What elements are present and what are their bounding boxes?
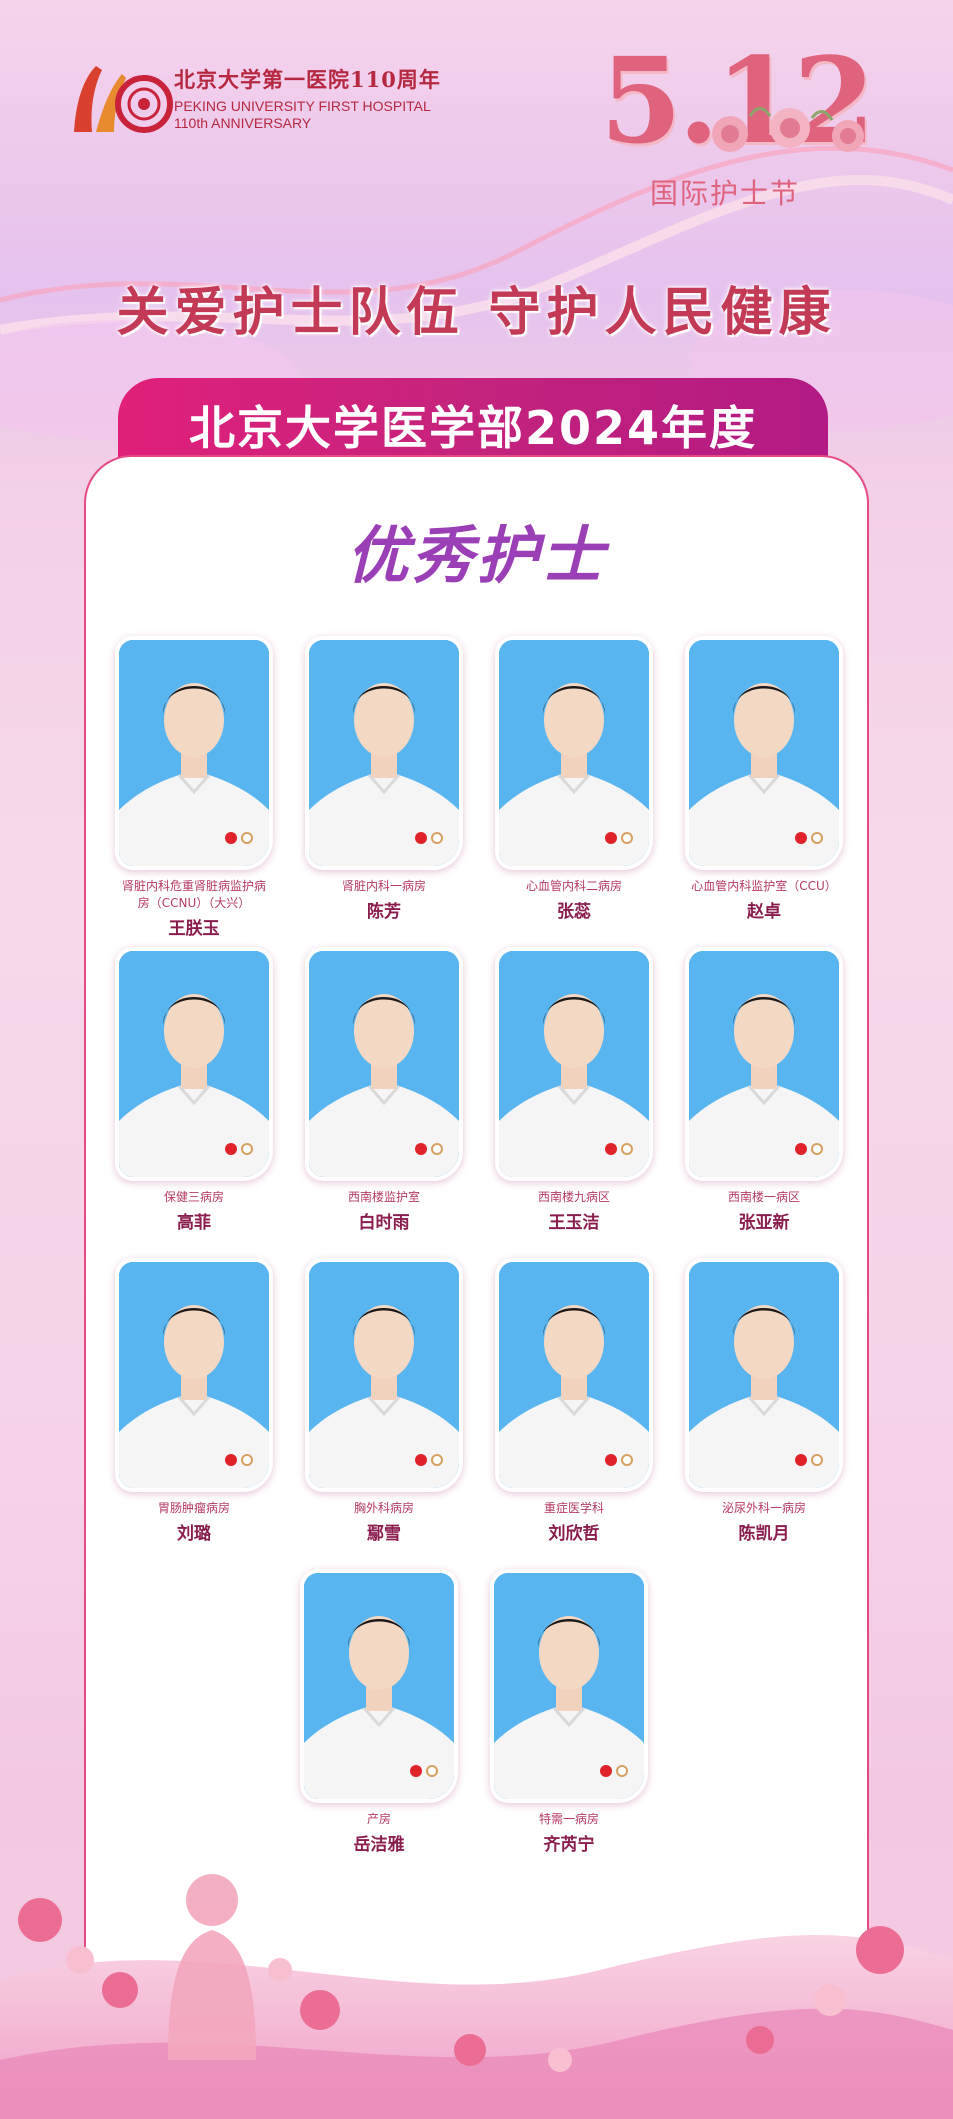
- nurse-photo: [309, 951, 459, 1177]
- nurse-card: 肾脏内科危重肾脏病监护病房（CCNU）（大兴） 王朕玉: [119, 640, 269, 939]
- rose-decoration: [712, 107, 864, 152]
- nurse-card: 心血管内科二病房 张蕊: [499, 640, 649, 922]
- nurse-department: 胃肠肿瘤病房: [157, 1501, 230, 1515]
- nurse-name: 鄢雪: [367, 1524, 401, 1544]
- nurse-name: 刘璐: [177, 1524, 211, 1544]
- nurse-photo: [494, 1573, 644, 1799]
- nurse-photo: [689, 640, 839, 866]
- nurse-card: 保健三病房 高菲: [119, 951, 269, 1233]
- nurse-photo: [499, 1262, 649, 1488]
- nurse-card: 西南楼九病区 王玉洁: [499, 951, 649, 1233]
- nurse-photo: [499, 951, 649, 1177]
- nurse-photo: [689, 1262, 839, 1488]
- nurse-department: 产房: [366, 1812, 391, 1826]
- nurse-department: 胸外科病房: [353, 1501, 414, 1515]
- nurse-name: 陈芳: [367, 902, 401, 922]
- nurse-department: 肾脏内科危重肾脏病监护病房（CCNU）（大兴）: [121, 879, 266, 910]
- nurse-card: 产房 岳洁雅: [304, 1573, 454, 1855]
- nurse-department: 重症医学科: [543, 1501, 604, 1515]
- nurse-department: 特需一病房: [538, 1812, 599, 1826]
- nurse-name: 高菲: [177, 1213, 211, 1233]
- nurse-name: 刘欣哲: [548, 1524, 600, 1544]
- flower-silhouette-decoration: [0, 1874, 953, 2119]
- nurse-photo: [689, 951, 839, 1177]
- nurse-department: 肾脏内科一病房: [341, 879, 426, 893]
- nurse-name: 王玉洁: [548, 1213, 600, 1233]
- nurse-name: 张亚新: [738, 1213, 790, 1233]
- nurse-name: 王朕玉: [168, 919, 220, 939]
- nurse-card: 重症医学科 刘欣哲: [499, 1262, 649, 1544]
- nurse-name: 赵卓: [747, 902, 781, 922]
- nurse-photo: [304, 1573, 454, 1799]
- hospital-110-logo: [74, 66, 173, 133]
- nurse-card: 心血管内科监护室（CCU） 赵卓: [689, 640, 839, 922]
- nurse-photo: [309, 1262, 459, 1488]
- nurse-department: 西南楼九病区: [537, 1190, 610, 1204]
- nurse-photo: [119, 951, 269, 1177]
- nurse-card: 西南楼一病区 张亚新: [689, 951, 839, 1233]
- nurse-name: 陈凯月: [738, 1524, 790, 1544]
- nurse-department: 西南楼一病区: [727, 1190, 800, 1204]
- nurse-department: 西南楼监护室: [347, 1190, 420, 1204]
- year-banner-text: 北京大学医学部2024年度: [188, 401, 758, 455]
- nurse-card: 特需一病房 齐芮宁: [494, 1573, 644, 1855]
- hospital-name-en: PEKING UNIVERSITY FIRST HOSPITAL: [174, 98, 431, 114]
- year-banner: 北京大学医学部2024年度: [118, 378, 828, 458]
- hospital-name-cn: 北京大学第一医院110周年: [174, 67, 441, 92]
- nurse-card: 胃肠肿瘤病房 刘璐: [119, 1262, 269, 1544]
- award-title: 优秀护士: [346, 519, 607, 592]
- nurse-department: 心血管内科监护室（CCU）: [691, 879, 837, 893]
- nurse-department: 泌尿外科一病房: [721, 1501, 806, 1515]
- nurse-name: 白时雨: [358, 1213, 410, 1233]
- nurse-card: 泌尿外科一病房 陈凯月: [689, 1262, 839, 1544]
- nurse-name: 齐芮宁: [543, 1835, 595, 1855]
- nurse-card: 胸外科病房 鄢雪: [309, 1262, 459, 1544]
- nurse-name: 张蕊: [557, 902, 591, 922]
- festival-name: 国际护士节: [650, 177, 801, 210]
- nurse-department: 心血管内科二病房: [525, 879, 622, 893]
- nurse-department: 保健三病房: [163, 1190, 224, 1204]
- nurse-silhouette: [168, 1874, 256, 2060]
- nurse-card: 西南楼监护室 白时雨: [309, 951, 459, 1233]
- anniversary-label: 110th ANNIVERSARY: [174, 115, 312, 131]
- nurse-card: 肾脏内科一病房 陈芳: [309, 640, 459, 922]
- nurse-photo: [309, 640, 459, 866]
- nurse-photo: [119, 640, 269, 866]
- nurse-photo: [119, 1262, 269, 1488]
- nurse-name: 岳洁雅: [353, 1835, 405, 1855]
- slogan: 关爱护士队伍 守护人民健康: [116, 282, 837, 343]
- nurse-photo: [499, 640, 649, 866]
